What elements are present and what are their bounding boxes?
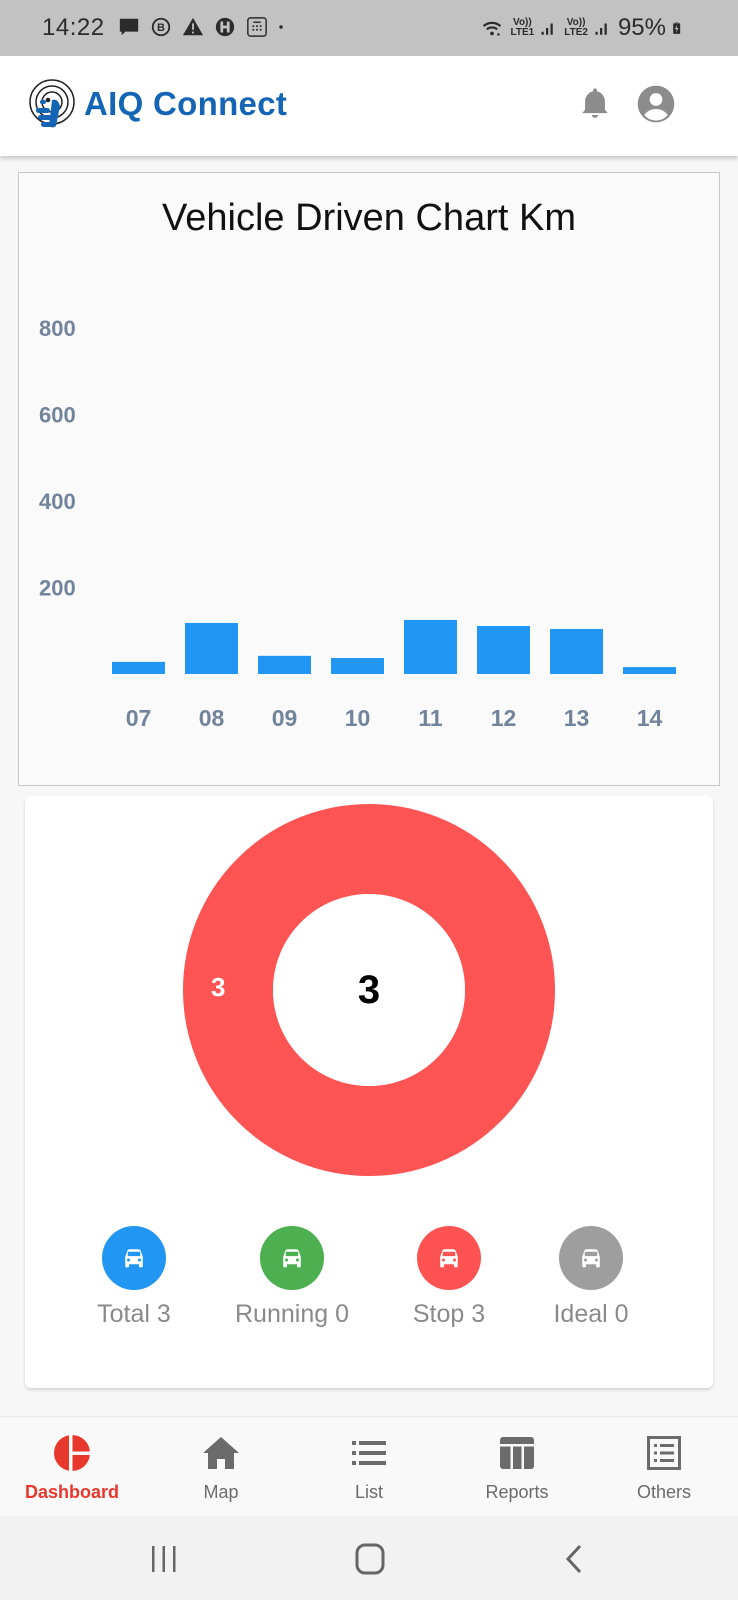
x-tick-label: 12 [491,705,517,731]
nav-reports[interactable]: Reports [447,1433,587,1503]
account-avatar-icon[interactable] [636,84,676,124]
nav-others[interactable]: Others [594,1433,734,1503]
b-circle-icon: B [151,17,171,37]
legend-stop-circle [417,1226,481,1290]
recent-apps-icon[interactable] [144,1542,184,1576]
legend-total-label: Total 3 [97,1300,171,1328]
notification-icons: B [118,16,290,38]
legend-running-circle [260,1226,324,1290]
bar-07[interactable] [112,661,165,674]
legend-stop[interactable]: Stop 3 [369,1226,529,1329]
app-logo: AIQ Connect [28,78,287,130]
legend-ideal-label: Ideal 0 [553,1300,629,1328]
x-tick-label: 07 [126,705,152,731]
dashboard-pie-icon [54,1433,92,1473]
dot-icon [279,25,283,29]
nav-map[interactable]: Map [151,1433,291,1503]
legend-ideal[interactable]: Ideal 0 [511,1226,671,1329]
bar-14[interactable] [623,667,676,674]
signal-icon [541,23,553,35]
car-icon [283,1249,301,1268]
donut-segment-label: 3 [211,972,226,1002]
donut-center-value: 3 [357,967,381,1012]
x-tick-label: 10 [345,705,371,731]
logo-icon [29,79,75,128]
volte-lte1-indicator: Vo)) LTE1 [510,17,535,38]
nav-list[interactable]: List [299,1433,439,1503]
nav-map-label: Map [203,1482,239,1502]
battery-charging-icon [673,22,681,34]
bar-13[interactable] [550,629,603,674]
warning-icon [182,17,204,36]
y-tick-label: 400 [39,489,76,514]
y-tick-label: 800 [39,316,76,341]
y-tick-label: 600 [39,403,76,428]
car-icon [125,1249,143,1268]
battery-percent: 95% [617,14,666,41]
nav-list-label: List [354,1482,383,1502]
bar-08[interactable] [185,622,238,674]
y-tick-label: 200 [39,576,76,601]
legend-running[interactable]: Running 0 [212,1226,372,1329]
list-icon [352,1441,386,1465]
bar-chart: 200 400 600 800 07 08 09 10 11 12 13 14 [39,316,676,731]
table-icon [500,1437,534,1469]
hospital-icon [215,17,235,37]
system-indicators: Vo)) LTE1 Vo)) LTE2 95% [479,14,686,42]
list-box-icon [647,1436,681,1470]
bar-12[interactable] [477,625,530,674]
legend-total[interactable]: Total 3 [54,1226,214,1329]
vehicle-status-donut: 3 3 [181,802,557,1178]
x-tick-label: 13 [564,705,590,731]
x-tick-label: 09 [272,705,298,731]
legend-running-label: Running 0 [235,1300,349,1328]
nav-dashboard[interactable]: Dashboard [2,1433,142,1503]
x-tick-label: 08 [199,705,225,731]
calculator-icon [247,17,267,37]
x-tick-label: 11 [418,705,443,731]
status-bar: 14:22 B Vo)) LTE1 Vo)) LTE2 95% [0,0,738,56]
legend-ideal-circle [559,1226,623,1290]
vehicle-status-card: 3 3 Total 3 Running 0 Stop 3 Ideal 0 [25,796,713,1388]
nav-others-label: Others [636,1482,692,1502]
bar-10[interactable] [331,657,384,674]
nav-dashboard-label: Dashboard [24,1482,120,1502]
legend-stop-label: Stop 3 [412,1300,486,1328]
notification-bell-icon[interactable] [578,85,612,123]
system-navigation-bar [0,1516,738,1600]
x-tick-label: 14 [637,705,663,731]
vehicle-driven-chart-card: Vehicle Driven Chart Km 200 400 600 800 07 08… [18,172,720,786]
app-bar: AIQ Connect [0,56,738,156]
bar-11[interactable] [404,619,457,674]
app-actions [578,84,676,124]
bottom-navigation: Dashboard Map List Reports Others [0,1416,738,1516]
home-button-icon[interactable] [350,1542,390,1576]
legend-total-circle [102,1226,166,1290]
wifi-icon [482,21,501,36]
svg-text:B: B [157,22,165,34]
car-icon [582,1249,600,1268]
home-icon [203,1437,239,1469]
signal-icon [595,23,607,35]
volte-lte2-indicator: Vo)) LTE2 [564,17,588,38]
car-icon [440,1249,458,1268]
status-time: 14:22 [42,14,105,41]
message-icon [119,18,139,36]
app-title: AIQ Connect [84,85,288,122]
bar-09[interactable] [258,655,311,674]
nav-reports-label: Reports [485,1482,549,1502]
back-icon[interactable] [556,1542,596,1576]
